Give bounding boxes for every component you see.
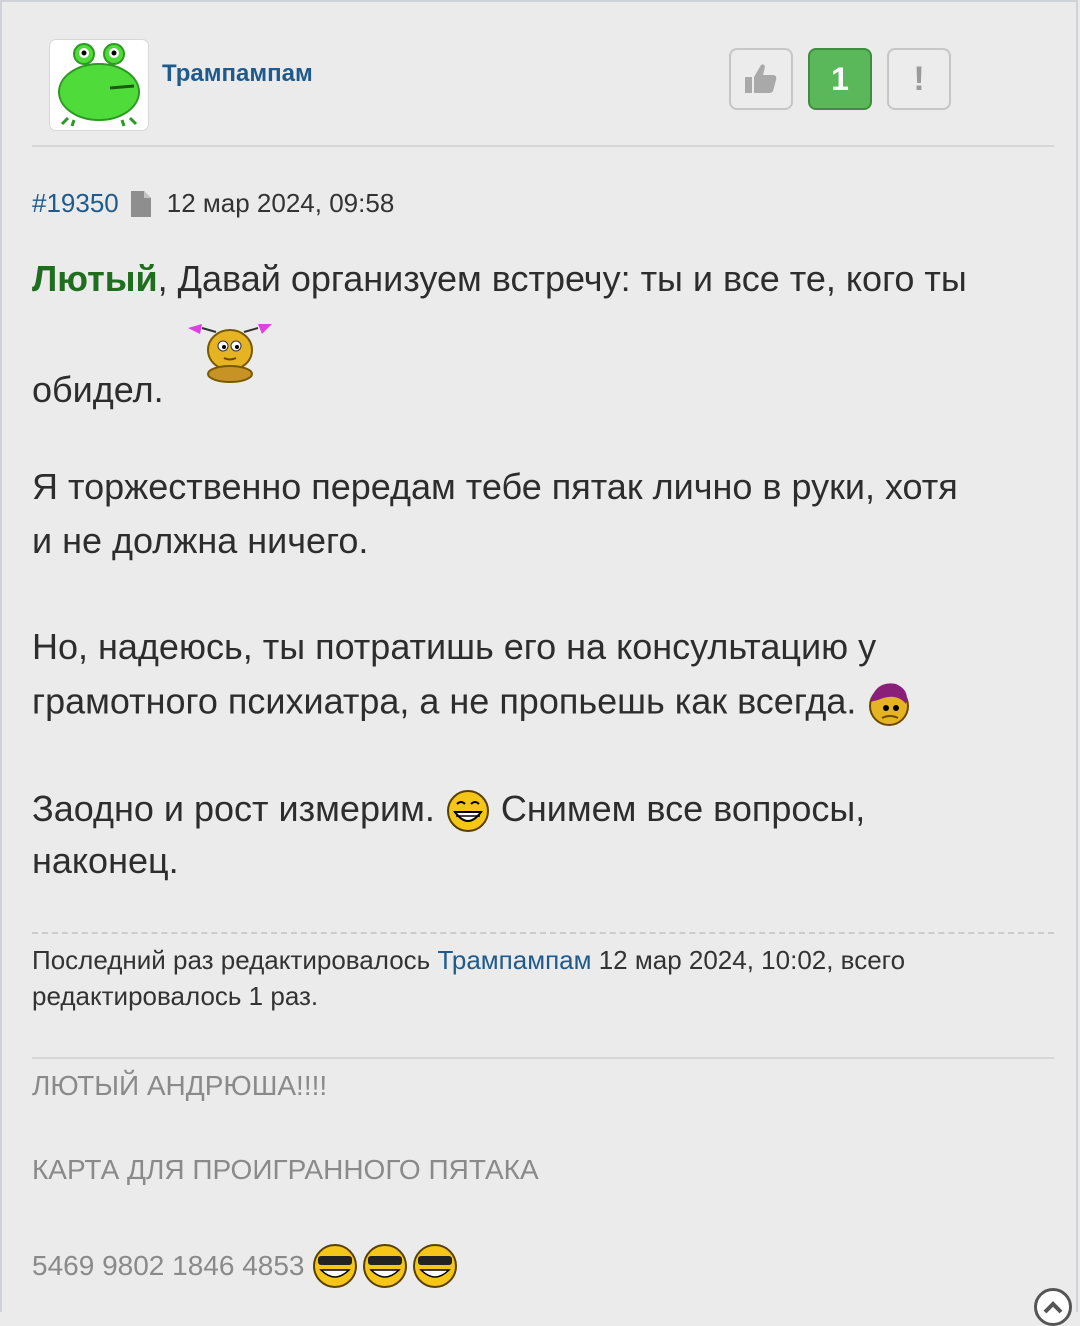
content-text: обидел. [32,368,164,410]
editor-link[interactable]: Трампампам [437,945,591,975]
edit-note-suffix: 12 мар 2024, 10:02, всего [591,945,906,975]
content-text: наконец. [32,840,179,881]
content-text: грамотного психиатра, а не пропьешь как … [32,680,857,722]
content-text: Я торжественно передам тебе пятак лично … [32,466,958,507]
content-line: грамотного психиатра, а не пропьешь как … [32,678,912,730]
edit-note-count: редактировалось 1 раз. [32,981,319,1011]
purple-hair-smiley-icon [869,683,910,726]
document-icon[interactable] [129,190,153,218]
signature-line: КАРТА ДЛЯ ПРОИГРАННОГО ПЯТАКА [32,1154,539,1185]
edit-note-prefix: Последний раз редактировалось [32,945,438,975]
thumbs-up-icon [745,64,777,93]
content-line: Заодно и рост измерим. Снимем все вопрос… [32,788,865,834]
content-line: Лютый, Давай организуем встречу: ты и вс… [32,258,967,300]
laughing-smiley-icon [446,790,489,833]
edit-note: Последний раз редактировалось Трампампам… [32,942,1032,1014]
report-button[interactable]: ! [887,48,951,110]
like-button[interactable] [729,48,793,110]
mention-link[interactable]: Лютый [32,258,158,299]
sunglasses-smiley-icon [312,1244,457,1288]
chick-smiley-icon [187,324,272,383]
content-text: Но, надеюсь, ты потратишь его на консуль… [32,626,877,667]
post-id-link[interactable]: #19350 [32,188,119,219]
avatar[interactable] [50,40,148,130]
scroll-to-top-button[interactable] [1034,1288,1072,1326]
content-line: обидел. [32,318,278,410]
signature-card-line: 5469 9802 1846 4853 [32,1242,461,1290]
post-meta: #19350 12 мар 2024, 09:58 [32,188,394,219]
content-text: и не должна ничего. [32,520,369,561]
post-date: 12 мар 2024, 09:58 [166,188,395,218]
signature-divider [32,1057,1054,1059]
like-count[interactable]: 1 [808,48,872,110]
content-text: , Давай организуем встречу: ты и все те,… [157,258,967,299]
author-name[interactable]: Трампампам [162,60,313,88]
content-text: Заодно и рост измерим. [32,788,435,829]
signature-card-number: 5469 9802 1846 4853 [32,1250,305,1281]
header-divider [32,145,1054,147]
edit-divider [32,932,1054,934]
content-text: Снимем все вопросы, [500,788,866,829]
forum-post: Трампампам 1 ! #19350 12 мар 2024, 09:58… [0,0,1078,1326]
signature-line: ЛЮТЫЙ АНДРЮША!!!! [32,1070,328,1101]
